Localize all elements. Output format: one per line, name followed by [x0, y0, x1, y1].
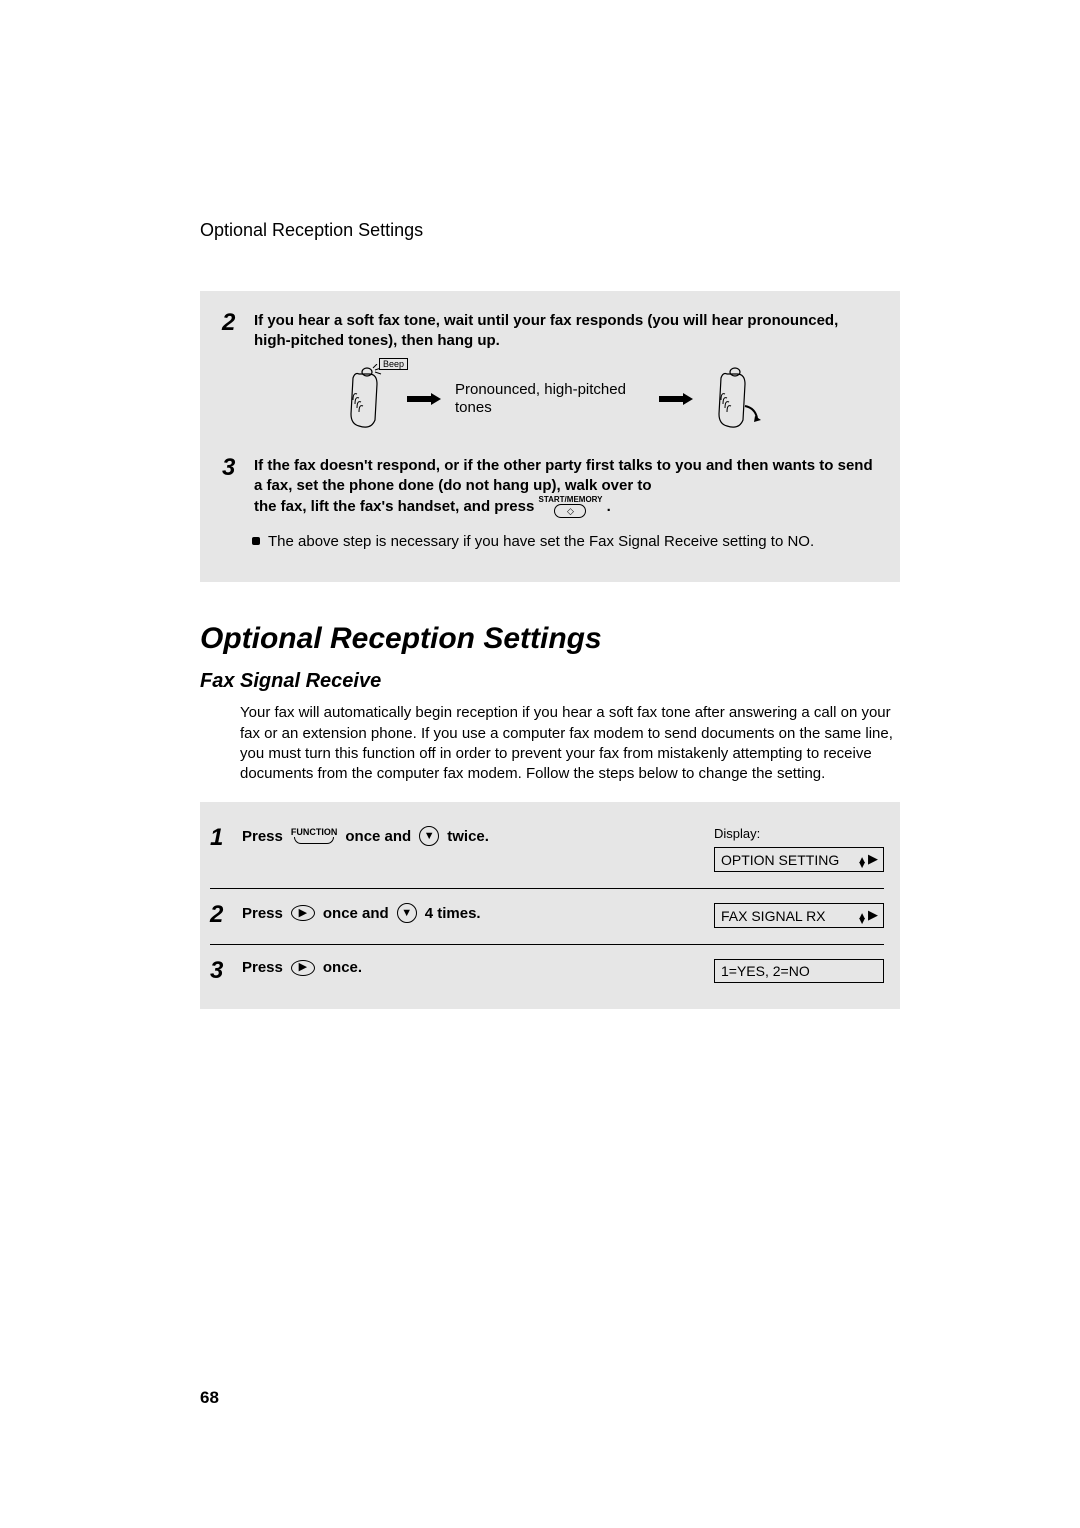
step-number: 3 — [210, 959, 232, 983]
lcd-text: 1=YES, 2=NO — [721, 963, 810, 979]
period: . — [607, 498, 611, 515]
down-arrow-key-icon: ▼ — [419, 826, 439, 846]
start-memory-label: START/MEMORY — [538, 496, 602, 504]
once-and-label: once and — [345, 828, 411, 845]
lcd-display: 1=YES, 2=NO — [714, 959, 884, 983]
once-label: once. — [323, 959, 362, 976]
lcd-nav-icon: ▲▼▶ — [857, 907, 877, 924]
beep-label: Beep — [379, 358, 408, 370]
lcd-display: OPTION SETTING ▲▼▶ — [714, 847, 884, 872]
display-label: Display: — [714, 826, 884, 841]
tone-diagram: Beep Pronounced, high-pitched tones — [222, 364, 878, 434]
function-key-label: FUNCTION — [291, 828, 338, 837]
step-number: 2 — [210, 903, 232, 927]
step-2: 2 If you hear a soft fax tone, wait unti… — [222, 311, 878, 352]
step-2-text: If you hear a soft fax tone, wait until … — [254, 311, 878, 352]
function-key-icon: FUNCTION — [291, 828, 338, 844]
subsection-title: Fax Signal Receive — [200, 670, 900, 693]
arrow-right-icon — [407, 393, 441, 405]
hand-holding-phone-icon: Beep — [339, 364, 393, 434]
twice-label: twice. — [447, 828, 489, 845]
procedure-box: 1 Press FUNCTION once and ▼ twice. Displ… — [200, 802, 900, 1009]
press-label: Press — [242, 959, 283, 976]
right-arrow-key-icon: ▶ — [291, 905, 315, 921]
step-3-line-a: If the fax doesn't respond, or if the ot… — [254, 457, 873, 494]
steps-box: 2 If you hear a soft fax tone, wait unti… — [200, 291, 900, 582]
four-times-label: 4 times. — [425, 905, 481, 922]
running-head: Optional Reception Settings — [200, 220, 900, 241]
procedure-step-2: 2 Press ▶ once and ▼ 4 times. FAX SIGNAL… — [210, 889, 884, 945]
step-3-note: The above step is necessary if you have … — [252, 532, 878, 552]
step-number: 1 — [210, 826, 232, 850]
down-arrow-key-icon: ▼ — [397, 903, 417, 923]
procedure-step-1: 1 Press FUNCTION once and ▼ twice. Displ… — [210, 812, 884, 889]
page-number: 68 — [200, 1388, 219, 1408]
step-number: 2 — [222, 311, 244, 335]
once-and-label: once and — [323, 905, 389, 922]
lcd-nav-icon: ▲▼▶ — [857, 851, 877, 868]
press-label: Press — [242, 905, 283, 922]
lcd-display: FAX SIGNAL RX ▲▼▶ — [714, 903, 884, 928]
lcd-text: FAX SIGNAL RX — [721, 908, 826, 924]
press-label: Press — [242, 828, 283, 845]
start-memory-key-icon: START/MEMORY ◇ — [538, 496, 602, 518]
bullet-icon — [252, 537, 260, 545]
hand-hanging-up-icon — [707, 364, 761, 434]
procedure-step-3: 3 Press ▶ once. 1=YES, 2=NO — [210, 945, 884, 999]
step-3-text: If the fax doesn't respond, or if the ot… — [254, 456, 878, 519]
step-3: 3 If the fax doesn't respond, or if the … — [222, 456, 878, 519]
tone-caption: Pronounced, high-pitched tones — [455, 381, 645, 417]
step-number: 3 — [222, 456, 244, 480]
manual-page: Optional Reception Settings 2 If you hea… — [0, 0, 1080, 1069]
lcd-text: OPTION SETTING — [721, 852, 839, 868]
arrow-right-icon — [659, 393, 693, 405]
section-title: Optional Reception Settings — [200, 622, 900, 656]
step-3-line-b: the fax, lift the fax's handset, and pre… — [254, 498, 534, 515]
note-text: The above step is necessary if you have … — [268, 532, 814, 552]
intro-paragraph: Your fax will automatically begin recept… — [240, 703, 900, 784]
right-arrow-key-icon: ▶ — [291, 960, 315, 976]
